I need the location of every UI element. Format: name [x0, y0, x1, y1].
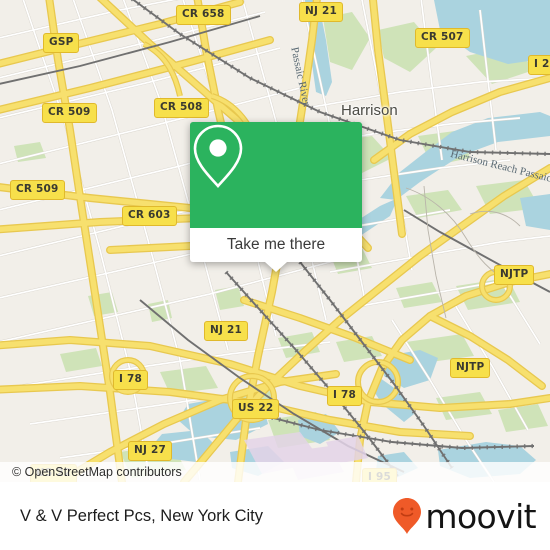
road-shield-cr-509-lower: CR 509 [10, 180, 65, 200]
road-shield-cr-508: CR 508 [154, 98, 209, 118]
road-shield-njtp-upper: NJTP [494, 265, 535, 285]
location-title: V & V Perfect Pcs, New York City [20, 506, 264, 525]
take-me-there-label: Take me there [226, 236, 326, 253]
road-shield-us-22-upper: US 22 [232, 399, 280, 419]
popup-header [190, 122, 362, 228]
popup-action-bar[interactable]: Take me there [190, 228, 362, 262]
road-shield-nj-21-mid: NJ 21 [204, 321, 248, 341]
moovit-smiley-pin-icon [393, 498, 422, 534]
road-shield-i-78-right: I 78 [327, 386, 362, 406]
map-canvas[interactable]: Harrison Passaic River Harrison Reach Pa… [0, 0, 550, 482]
moovit-wordmark: moovit [425, 496, 536, 536]
moovit-brand[interactable]: moovit [392, 482, 537, 550]
road-shield-nj-27: NJ 27 [128, 441, 172, 461]
map-pin-icon [193, 124, 243, 188]
location-popup-card[interactable]: Take me there [190, 122, 362, 272]
road-shield-njtp-lower: NJTP [450, 358, 491, 378]
popup-pointer-tail [265, 262, 287, 272]
footer-bar: V & V Perfect Pcs, New York City moovit [0, 482, 550, 550]
road-shield-nj-21-top: NJ 21 [299, 2, 343, 22]
road-shield-cr-507: CR 507 [415, 28, 470, 48]
moovit-map-screenshot: Harrison Passaic River Harrison Reach Pa… [0, 0, 550, 550]
road-shield-i-280: I 28 [528, 55, 550, 75]
osm-attribution[interactable]: © OpenStreetMap contributors [0, 462, 550, 482]
road-shield-cr-603: CR 603 [122, 206, 177, 226]
road-shield-cr-658: CR 658 [176, 5, 231, 25]
road-shield-gsp: GSP [43, 33, 80, 53]
road-shield-i-78-left: I 78 [113, 370, 148, 390]
place-label-harrison: Harrison [341, 102, 398, 119]
road-shield-cr-509-upper: CR 509 [42, 103, 97, 123]
